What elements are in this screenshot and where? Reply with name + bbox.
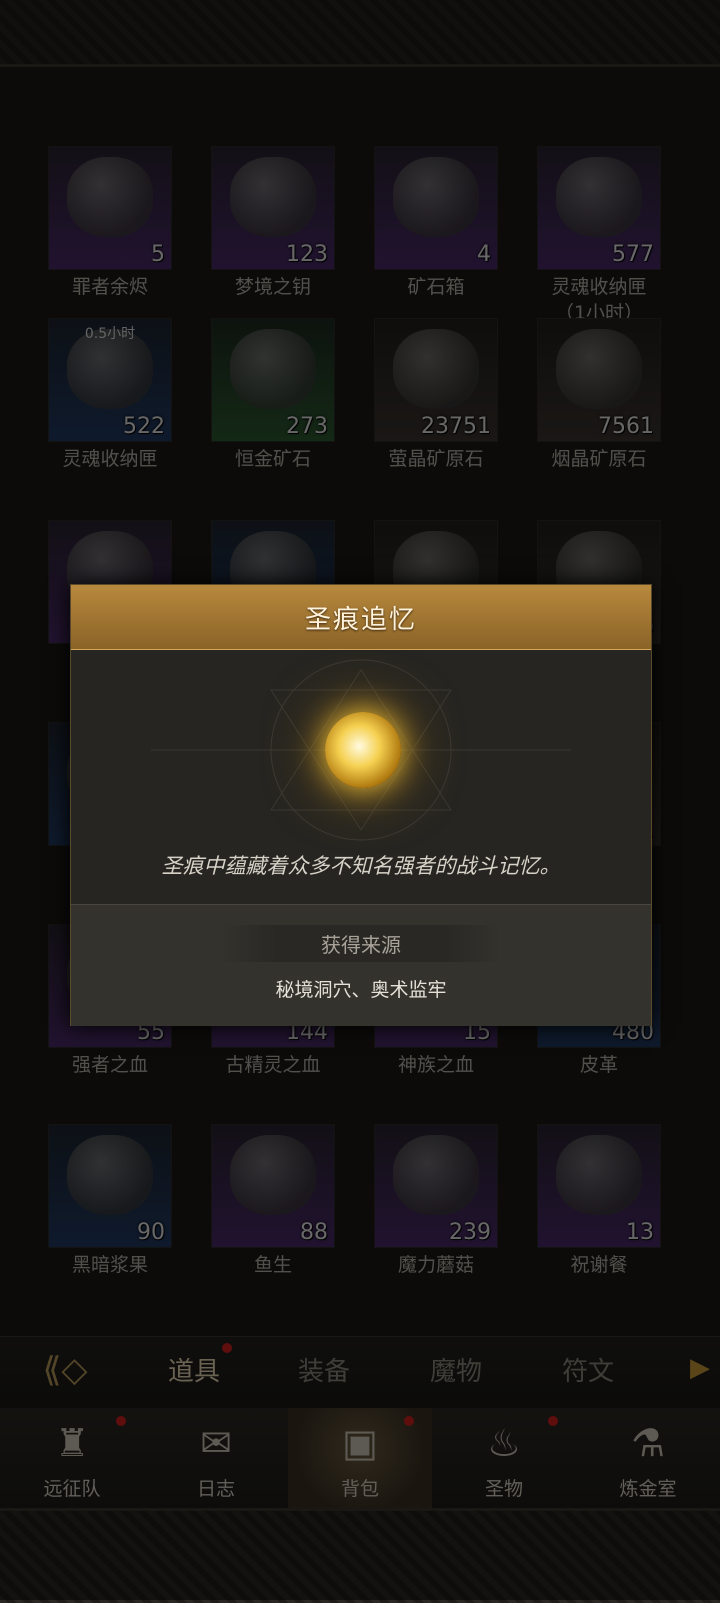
dialog-header: 圣痕追忆 [71, 585, 651, 650]
item-description: 圣痕中蕴藏着众多不知名强者的战斗记忆。 [161, 854, 561, 878]
source-label: 获得来源 [221, 925, 501, 962]
source-value: 秘境洞穴、奥术监牢 [275, 979, 447, 1001]
dialog-footer: 获得来源 秘境洞穴、奥术监牢 [71, 904, 651, 1026]
dialog-title: 圣痕追忆 [304, 604, 417, 635]
dialog-body: 圣痕中蕴藏着众多不知名强者的战斗记忆。 [71, 650, 651, 904]
glowing-orb-icon [325, 712, 401, 788]
item-detail-dialog: 圣痕追忆 圣痕中蕴藏着众多不知名强者的战斗记忆。 获得来源 秘境洞穴、奥术监牢 [70, 584, 652, 1026]
